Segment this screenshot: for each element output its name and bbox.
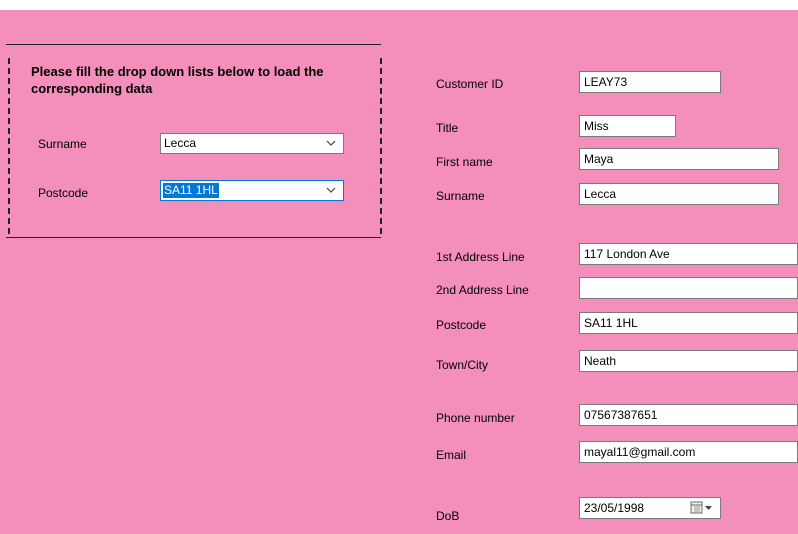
calendar-icon[interactable] bbox=[690, 501, 714, 515]
search-group-box: Please fill the drop down lists below to… bbox=[6, 44, 382, 238]
title-label: Title bbox=[436, 121, 459, 135]
email-label: Email bbox=[436, 448, 467, 462]
address1-field[interactable]: 117 London Ave bbox=[579, 243, 798, 265]
title-value: Miss bbox=[584, 119, 609, 133]
chevron-down-icon[interactable] bbox=[325, 136, 337, 150]
customer-id-label: Customer ID bbox=[436, 77, 504, 91]
address1-label: 1st Address Line bbox=[436, 250, 525, 264]
search-postcode-dropdown[interactable]: SA11 1HL bbox=[160, 180, 344, 201]
dob-datepicker[interactable]: 23/05/1998 bbox=[579, 497, 721, 519]
first-name-field[interactable]: Maya bbox=[579, 148, 779, 170]
dob-label: DoB bbox=[436, 509, 460, 523]
group-border-right bbox=[380, 58, 382, 234]
phone-label: Phone number bbox=[436, 411, 515, 425]
search-surname-value: Lecca bbox=[164, 136, 197, 150]
address1-value: 117 London Ave bbox=[584, 247, 670, 261]
group-border-bottom bbox=[6, 237, 381, 238]
group-border-top bbox=[6, 44, 381, 45]
town-field[interactable]: Neath bbox=[579, 350, 798, 372]
surname-value: Lecca bbox=[584, 187, 617, 201]
postcode-label: Postcode bbox=[436, 318, 487, 332]
search-surname-dropdown[interactable]: Lecca bbox=[160, 133, 344, 154]
search-surname-label: Surname bbox=[38, 137, 87, 151]
customer-id-field[interactable]: LEAY73 bbox=[579, 71, 721, 93]
title-field[interactable]: Miss bbox=[579, 115, 676, 137]
surname-label: Surname bbox=[436, 189, 485, 203]
postcode-field[interactable]: SA11 1HL bbox=[579, 312, 798, 334]
chevron-down-icon[interactable] bbox=[325, 183, 337, 197]
dob-value: 23/05/1998 bbox=[584, 501, 645, 515]
group-border-left bbox=[8, 58, 10, 234]
address2-field[interactable] bbox=[579, 277, 798, 299]
search-postcode-value: SA11 1HL bbox=[163, 183, 219, 198]
first-name-label: First name bbox=[436, 155, 493, 169]
search-postcode-label: Postcode bbox=[38, 186, 89, 200]
address2-label: 2nd Address Line bbox=[436, 283, 529, 297]
phone-value: 07567387651 bbox=[584, 408, 658, 422]
first-name-value: Maya bbox=[584, 152, 614, 166]
postcode-value: SA11 1HL bbox=[584, 316, 638, 330]
town-label: Town/City bbox=[436, 358, 489, 372]
surname-field[interactable]: Lecca bbox=[579, 183, 779, 205]
phone-field[interactable]: 07567387651 bbox=[579, 404, 798, 426]
customer-id-value: LEAY73 bbox=[584, 75, 628, 89]
group-instructions: Please fill the drop down lists below to… bbox=[31, 64, 324, 96]
town-value: Neath bbox=[584, 354, 617, 368]
email-field[interactable]: mayal11@gmail.com bbox=[579, 441, 798, 463]
email-value: mayal11@gmail.com bbox=[584, 445, 696, 459]
